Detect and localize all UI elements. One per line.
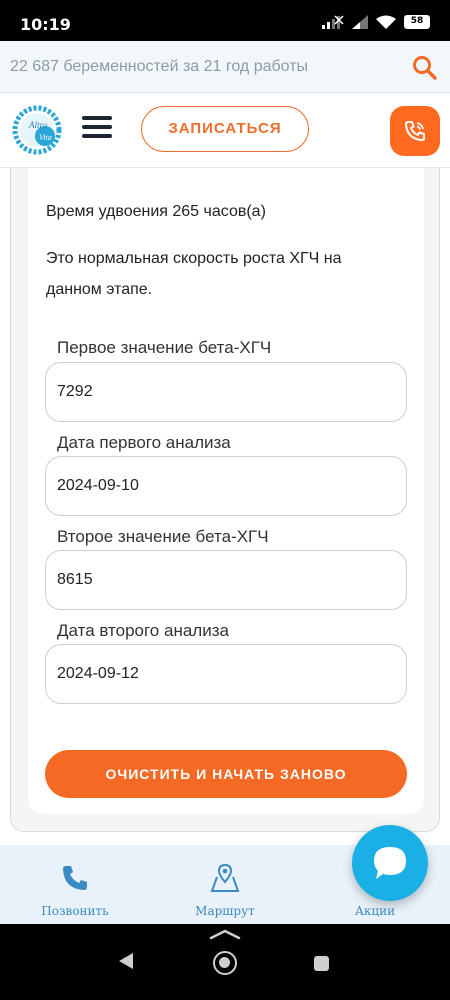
result-message-line1: Это нормальная скорость роста ХГЧ на [46, 250, 342, 267]
reset-button[interactable]: ОЧИСТИТЬ И НАЧАТЬ ЗАНОВО [45, 750, 407, 798]
first-hcg-label: Первое значение бета-ХГЧ [57, 338, 272, 357]
signal-icon-2 [352, 15, 368, 29]
status-time: 10:19 [20, 15, 71, 34]
battery-icon: 58 [404, 15, 430, 29]
first-date-input[interactable]: 2024-09-10 [45, 456, 407, 516]
wifi-icon [376, 15, 396, 29]
bottom-nav-route-label: Маршрут [195, 904, 255, 918]
signal-icon [322, 15, 344, 29]
second-date-input[interactable]: 2024-09-12 [45, 644, 407, 704]
status-icons: 58 [322, 15, 430, 29]
system-nav-bar [0, 924, 450, 1000]
call-button[interactable] [390, 106, 440, 156]
doubling-time-text: Время удвоения 265 часов(а) [46, 203, 266, 220]
first-date-label: Дата первого анализа [57, 433, 231, 452]
chat-button[interactable] [352, 825, 428, 901]
second-hcg-input[interactable]: 8615 [45, 550, 407, 610]
bottom-nav-route[interactable]: Маршрут [170, 863, 280, 918]
second-hcg-label: Второе значение бета-ХГЧ [57, 527, 269, 546]
second-date-label: Дата второго анализа [57, 621, 229, 640]
calculator-form: Время удвоения 265 часов(а) Это нормальн… [28, 168, 424, 814]
altra-vita-logo[interactable]: Altra Vita [9, 102, 65, 158]
back-icon[interactable] [118, 952, 134, 970]
recent-apps-icon[interactable] [314, 956, 329, 971]
calculator-card: Время удвоения 265 часов(а) Это нормальн… [10, 168, 440, 832]
first-hcg-input[interactable]: 7292 [45, 362, 407, 422]
result-message-line2: данном этапе. [46, 281, 153, 298]
menu-icon[interactable] [82, 116, 112, 142]
chevron-up-icon[interactable] [208, 928, 242, 940]
svg-text:Vita: Vita [39, 133, 52, 142]
svg-text:Altra: Altra [28, 120, 48, 130]
phone-icon [63, 866, 87, 890]
home-icon[interactable] [213, 951, 237, 975]
phone-call-icon [404, 121, 425, 142]
signup-button[interactable]: ЗАПИСАТЬСЯ [141, 106, 309, 152]
site-header: Altra Vita ЗАПИСАТЬСЯ [0, 94, 450, 168]
bottom-nav-call-label: Позвонить [41, 904, 109, 918]
map-pin-icon [210, 863, 240, 892]
search-placeholder[interactable]: 22 687 беременностей за 21 год работы [10, 58, 308, 76]
search-bar[interactable]: 22 687 беременностей за 21 год работы [0, 41, 450, 93]
bottom-nav-promos-label: Акции [354, 904, 396, 918]
bottom-nav-call[interactable]: Позвонить [20, 863, 130, 918]
chat-bubble-icon [374, 847, 406, 879]
search-icon[interactable] [412, 55, 438, 81]
